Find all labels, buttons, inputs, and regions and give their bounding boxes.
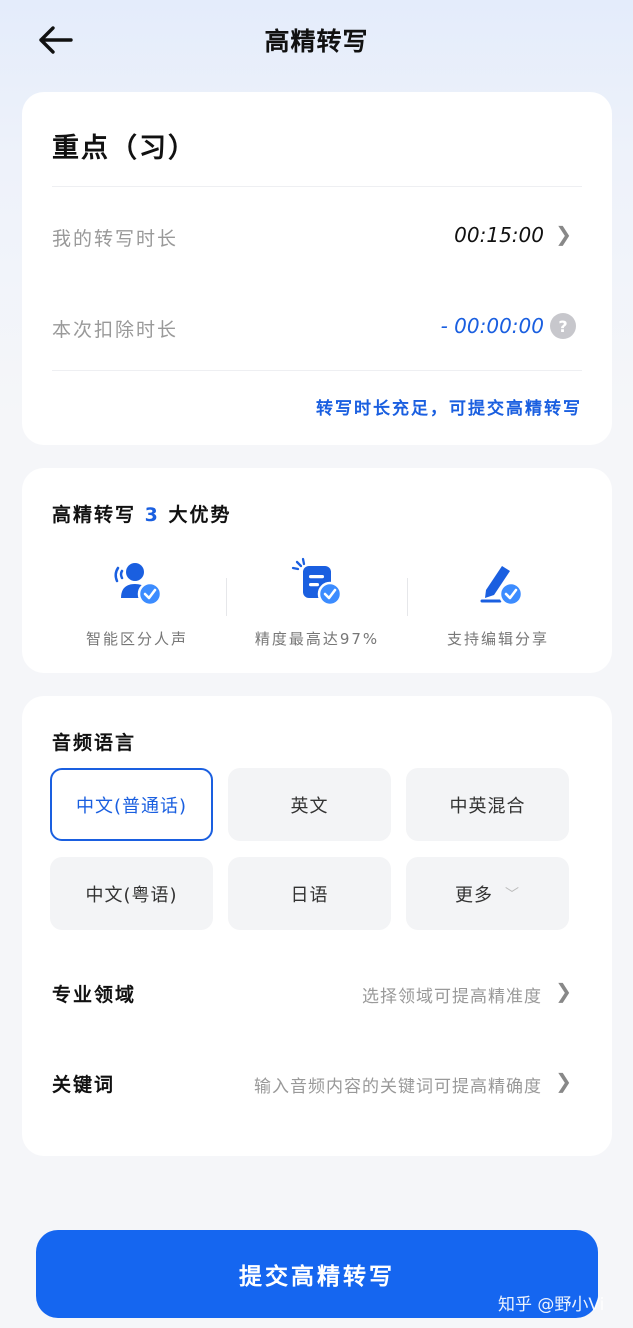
header: 高精转写 <box>0 0 633 82</box>
feature-label: 智能区分人声 <box>85 630 188 648</box>
keywords-label: 关键词 <box>52 1074 116 1096</box>
advantages-card: 高精转写 3 大优势 智能区分人声 精度最高达97% 支持编辑分享 <box>22 468 612 673</box>
keywords-hint: 输入音频内容的关键词可提高精确度 <box>254 1077 542 1097</box>
settings-card: 音频语言 中文(普通话) 英文 中英混合 中文(粤语) 日语 更多 ﹀ 专业领域… <box>22 696 612 1156</box>
feature-label: 支持编辑分享 <box>446 630 549 648</box>
advantages-title: 高精转写 3 大优势 <box>52 500 232 527</box>
language-option-english[interactable]: 英文 <box>228 768 391 841</box>
my-duration-label: 我的转写时长 <box>52 228 179 250</box>
file-name: 重点（习） <box>52 133 197 164</box>
chevron-down-icon: ﹀ <box>505 886 520 903</box>
language-option-mixed[interactable]: 中英混合 <box>406 768 569 841</box>
deduct-value: - 00:00:00 <box>440 314 544 338</box>
my-duration-value[interactable]: 00:15:00 <box>454 223 544 247</box>
chevron-right-icon[interactable]: ❯ <box>555 222 572 246</box>
edit-pen-icon <box>470 554 526 610</box>
file-info-card: 重点（习） 我的转写时长 00:15:00 ❯ 本次扣除时长 - 00:00:0… <box>22 92 612 445</box>
feature-edit-share: 支持编辑分享 <box>408 554 588 649</box>
feature-speaker: 智能区分人声 <box>47 554 227 649</box>
language-option-mandarin[interactable]: 中文(普通话) <box>50 768 213 841</box>
deduct-label: 本次扣除时长 <box>52 319 179 341</box>
language-option-cantonese[interactable]: 中文(粤语) <box>50 857 213 930</box>
advantages-title-prefix: 高精转写 <box>52 504 137 526</box>
professional-domain-row[interactable]: 专业领域 选择领域可提高精准度 ❯ <box>52 974 576 1014</box>
divider <box>52 186 582 187</box>
keywords-row[interactable]: 关键词 输入音频内容的关键词可提高精确度 ❯ <box>52 1064 576 1104</box>
language-option-japanese[interactable]: 日语 <box>228 857 391 930</box>
speaker-person-icon <box>109 554 165 610</box>
advantages-count: 3 <box>144 504 160 526</box>
duration-notice: 转写时长充足，可提交高精转写 <box>316 399 582 419</box>
watermark: 知乎 @野小Vi <box>498 1295 605 1315</box>
page-title: 高精转写 <box>264 27 369 56</box>
chevron-right-icon: ❯ <box>555 1069 572 1093</box>
domain-hint: 选择领域可提高精准度 <box>362 987 542 1007</box>
help-icon[interactable]: ? <box>550 313 576 339</box>
chevron-right-icon: ❯ <box>555 979 572 1003</box>
domain-label: 专业领域 <box>52 984 137 1006</box>
divider <box>52 370 582 371</box>
language-option-more[interactable]: 更多 ﹀ <box>406 857 569 930</box>
feature-accuracy: 精度最高达97% <box>227 554 407 649</box>
document-check-icon <box>289 554 345 610</box>
more-label: 更多 <box>455 884 493 906</box>
feature-label: 精度最高达97% <box>254 630 380 648</box>
audio-language-title: 音频语言 <box>52 732 137 754</box>
advantages-title-suffix: 大优势 <box>168 504 232 526</box>
